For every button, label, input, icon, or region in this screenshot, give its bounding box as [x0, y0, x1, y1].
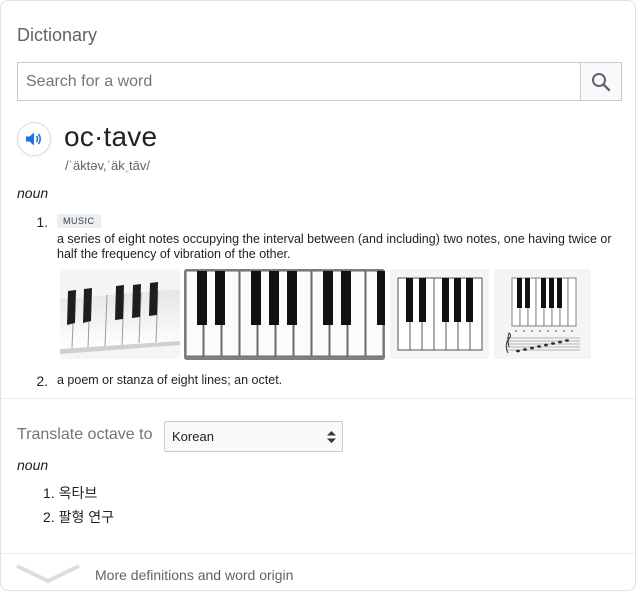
- piano-keyboard-staff-notes[interactable]: [494, 269, 591, 359]
- search-input[interactable]: [18, 63, 580, 100]
- translation-item: 1. 옥타브: [43, 483, 97, 503]
- translation-part-of-speech: noun: [17, 457, 49, 473]
- translation-number: 1.: [43, 485, 55, 501]
- select-arrows-icon: [327, 431, 336, 443]
- card-title: Dictionary: [17, 25, 98, 45]
- translate-label: Translate octave to: [17, 426, 153, 443]
- translation-item: 2. 팔형 연구: [43, 507, 114, 527]
- search-button[interactable]: [580, 63, 621, 100]
- translation-text: 옥타브: [58, 485, 98, 501]
- headword: oc·tave: [64, 121, 158, 152]
- phonetic-spelling: /ˈäktəv,ˈäkˌtāv/: [65, 158, 151, 173]
- more-definitions-label: More definitions and word origin: [95, 567, 294, 583]
- sense-number: 1.: [36, 214, 48, 230]
- sense-number: 2.: [36, 373, 48, 389]
- piano-keyboard-diagram[interactable]: [390, 269, 489, 359]
- chevron-down-icon: [16, 564, 80, 584]
- sense-definition: a series of eight notes occupying the in…: [57, 232, 612, 261]
- sense-definition: a poem or stanza of eight lines; an octe…: [57, 373, 283, 387]
- section-divider: [1, 553, 635, 554]
- translation-text: 팔형 연구: [58, 509, 114, 525]
- language-select[interactable]: Korean: [164, 421, 343, 452]
- piano-keys-photo[interactable]: [60, 269, 180, 359]
- speaker-icon: [26, 132, 42, 146]
- more-definitions-button[interactable]: More definitions and word origin: [15, 562, 635, 588]
- search-box: [17, 62, 622, 101]
- subject-tag: MUSIC: [57, 214, 101, 228]
- pronunciation-audio-button[interactable]: [17, 122, 51, 156]
- section-divider: [1, 398, 635, 399]
- part-of-speech: noun: [17, 185, 49, 201]
- dictionary-card: Dictionary oc·tave /ˈäktəv,ˈäkˌtāv/ noun…: [0, 0, 636, 591]
- language-selected-value: Korean: [172, 429, 214, 444]
- translation-number: 2.: [43, 509, 55, 525]
- search-icon: [592, 72, 611, 91]
- piano-keyboard-octave[interactable]: [184, 269, 385, 360]
